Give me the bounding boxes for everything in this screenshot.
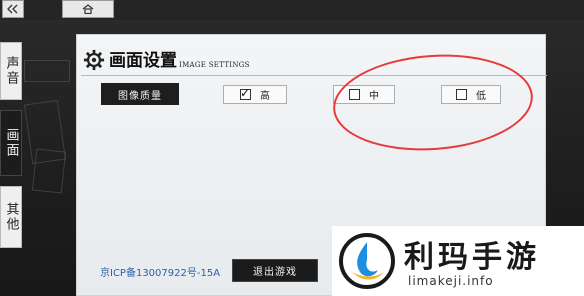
side-tab-label: 声音 bbox=[3, 56, 19, 86]
background-sketch bbox=[31, 148, 67, 194]
image-quality-label: 图像质量 bbox=[101, 83, 179, 105]
back-button[interactable] bbox=[2, 0, 24, 18]
watermark-url: limakeji.info bbox=[408, 274, 494, 288]
option-label: 高 bbox=[260, 91, 270, 102]
side-tab-label: 画面 bbox=[3, 128, 19, 158]
watermark-title: 利玛手游 bbox=[404, 240, 540, 275]
home-icon bbox=[82, 4, 94, 14]
side-tab-display[interactable]: 画面 bbox=[0, 110, 22, 176]
gear-icon bbox=[83, 49, 105, 71]
side-tab-other[interactable]: 其他 bbox=[0, 186, 22, 248]
icp-license-text[interactable]: 京ICP备13007922号-15A bbox=[100, 264, 220, 279]
checkbox[interactable]: ✓ bbox=[240, 86, 251, 100]
side-tab-sound[interactable]: 声音 bbox=[0, 42, 22, 100]
side-tab-label: 其他 bbox=[3, 202, 19, 232]
background-sketch bbox=[24, 60, 70, 82]
quality-option-high[interactable]: ✓ 高 bbox=[223, 85, 287, 104]
exit-game-button[interactable]: 退出游戏 bbox=[232, 259, 318, 282]
page-title: 画面设置 bbox=[109, 51, 177, 71]
double-chevron-left-icon bbox=[7, 4, 18, 14]
page-subtitle: IMAGE SETTINGS bbox=[179, 61, 250, 69]
home-button[interactable] bbox=[62, 0, 114, 18]
checkmark-icon: ✓ bbox=[240, 86, 251, 100]
watermark-logo-icon bbox=[339, 233, 395, 289]
